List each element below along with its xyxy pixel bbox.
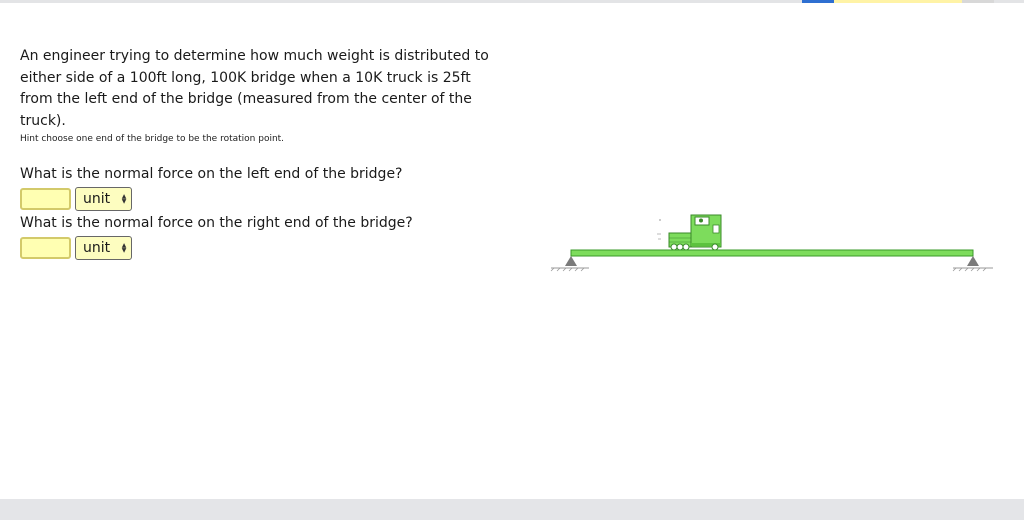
pin-support-left: [550, 256, 589, 272]
progress-segment[interactable]: [866, 0, 898, 3]
left-unit-select[interactable]: unit ▲ ▼: [75, 187, 132, 211]
bridge-diagram: [545, 205, 1005, 284]
progress-segment[interactable]: [802, 0, 834, 3]
truck-icon: [668, 214, 722, 251]
question-left-label: What is the normal force on the left end…: [20, 166, 403, 182]
bridge-beam: [570, 249, 974, 257]
question-progress-strip: [802, 0, 994, 3]
progress-segment[interactable]: [898, 0, 930, 3]
right-unit-label: unit: [83, 240, 111, 256]
question-right-label: What is the normal force on the right en…: [20, 215, 413, 231]
left-unit-label: unit: [83, 191, 111, 207]
right-unit-select[interactable]: unit ▲ ▼: [75, 236, 132, 260]
answer-row-left: unit ▲ ▼: [20, 186, 500, 212]
answer-row-right: unit ▲ ▼: [20, 235, 500, 261]
select-arrows-icon: ▲ ▼: [121, 242, 127, 254]
hint-text: Hint choose one end of the bridge to be …: [20, 134, 285, 144]
right-force-input[interactable]: [20, 237, 71, 259]
left-force-input[interactable]: [20, 188, 71, 210]
bottom-toolbar: [0, 499, 1024, 520]
pin-support-right: [952, 256, 993, 272]
question-panel: An engineer trying to determine how much…: [20, 46, 500, 261]
progress-segment[interactable]: [834, 0, 866, 3]
problem-statement: An engineer trying to determine how much…: [20, 48, 489, 129]
bridge-diagram-svg: [550, 214, 993, 272]
select-arrows-icon: ▲ ▼: [121, 193, 127, 205]
progress-segment[interactable]: [962, 0, 994, 3]
progress-segment[interactable]: [930, 0, 962, 3]
